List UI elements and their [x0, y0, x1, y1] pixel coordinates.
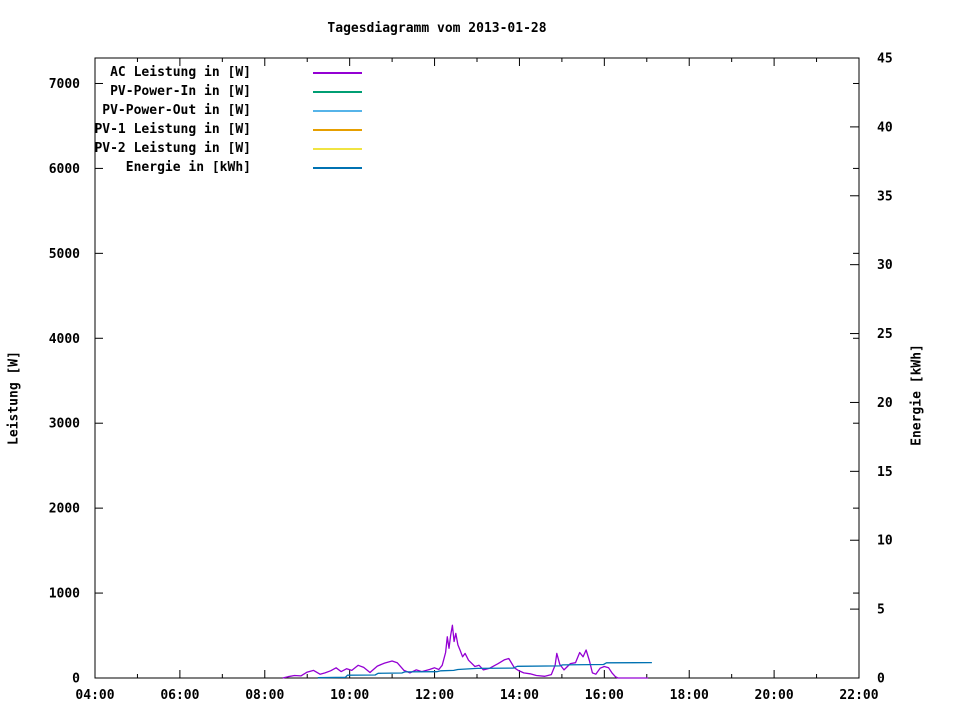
y2-tick-label: 40	[877, 120, 893, 135]
y2-tick-label: 30	[877, 258, 893, 273]
chart-title: Tagesdiagramm vom 2013-01-28	[327, 21, 547, 36]
legend-label: Energie in [kWh]	[125, 160, 251, 175]
legend-item: PV-Power-In in [W]	[0, 82, 420, 101]
x-tick-label: 14:00	[500, 688, 539, 703]
legend-line-sample	[313, 72, 362, 74]
x-tick-label: 08:00	[245, 688, 284, 703]
y2-tick-label: 25	[877, 327, 893, 342]
daily-pv-chart: 04:00 06:00 08:00 10:00 12:00 14:00 16:00 18:00…	[0, 0, 960, 720]
y1-tick-label: 2000	[49, 502, 80, 517]
y1-tick-label: 4000	[49, 332, 80, 347]
x-tick-label: 18:00	[670, 688, 709, 703]
x-tick-label: 10:00	[330, 688, 369, 703]
legend-item: PV-Power-Out in [W]	[0, 101, 420, 120]
legend-label: PV-1 Leistung in [W]	[94, 122, 251, 137]
y1-tick-label: 5000	[49, 247, 80, 262]
series-line-y1	[282, 624, 649, 679]
y2-tick-label: 35	[877, 189, 893, 204]
x-tick-label: 16:00	[585, 688, 624, 703]
legend-line-sample	[313, 167, 362, 169]
legend-label: PV-Power-In in [W]	[110, 84, 251, 99]
legend-line-sample	[313, 148, 362, 150]
y2-axis-label: Energie [kWh]	[909, 344, 925, 446]
y1-tick-label: 3000	[49, 417, 80, 432]
x-tick-label: 06:00	[160, 688, 199, 703]
y1-tick-label: 1000	[49, 587, 80, 602]
x-tick-label: 12:00	[415, 688, 454, 703]
legend-line-sample	[313, 91, 362, 93]
y2-tick-label: 45	[877, 52, 893, 67]
y2-tick-label: 20	[877, 396, 893, 411]
legend-label: AC Leistung in [W]	[110, 65, 251, 80]
legend-item: PV-1 Leistung in [W]	[0, 120, 420, 139]
y1-tick-label: 0	[72, 672, 80, 687]
x-tick-label: 22:00	[839, 688, 878, 703]
legend-item: Energie in [kWh]	[0, 158, 420, 177]
legend-line-sample	[313, 110, 362, 112]
y2-tick-label: 5	[877, 603, 885, 618]
y2-tick-label: 10	[877, 534, 893, 549]
x-tick-label: 20:00	[755, 688, 794, 703]
legend-item: AC Leistung in [W]	[0, 63, 420, 82]
x-tick-label: 04:00	[75, 688, 114, 703]
legend-label: PV-2 Leistung in [W]	[94, 141, 251, 156]
y-axis-label: Leistung [W]	[6, 351, 22, 445]
legend-line-sample	[313, 129, 362, 131]
y2-tick-label: 15	[877, 465, 893, 480]
legend-item: PV-2 Leistung in [W]	[0, 139, 420, 158]
y2-tick-label: 0	[877, 672, 885, 687]
legend-label: PV-Power-Out in [W]	[102, 103, 251, 118]
